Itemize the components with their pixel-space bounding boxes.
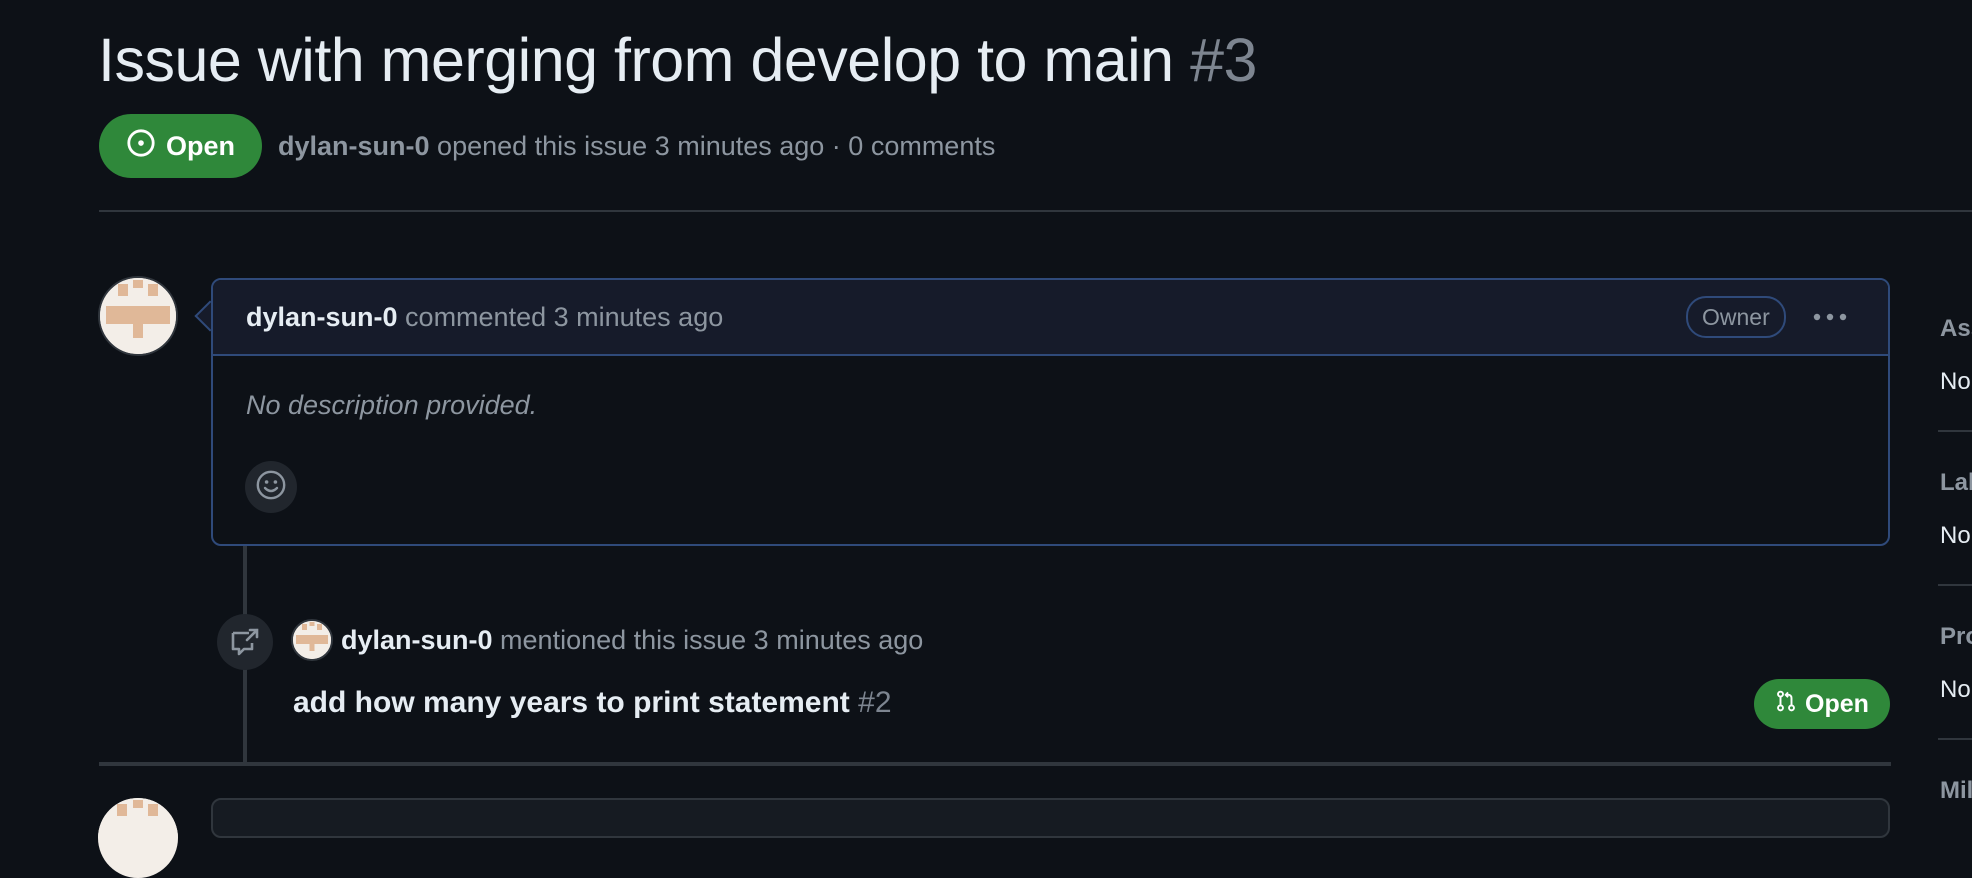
sidebar-projects-label[interactable]: Pro	[1940, 623, 1972, 651]
issue-title: Issue with merging from develop to main …	[98, 22, 1257, 98]
comment-header: dylan-sun-0 commented 3 minutes ago Owne…	[213, 280, 1888, 356]
sidebar-labels-value: No	[1940, 522, 1971, 549]
referenced-pr-title[interactable]: add how many years to print statement	[293, 686, 850, 719]
comment-timestamp[interactable]: commented 3 minutes ago	[405, 302, 723, 332]
referenced-pr-number: #2	[858, 686, 892, 719]
comment-author-avatar[interactable]	[98, 276, 178, 356]
sidebar-labels-label[interactable]: Lab	[1940, 469, 1972, 497]
add-reaction-button[interactable]	[245, 461, 297, 513]
referenced-pr-state: Open	[1805, 689, 1869, 718]
mention-action: mentioned this issue 3 minutes ago	[500, 625, 924, 655]
issue-opened-text: opened this issue 3 minutes ago · 0 comm…	[437, 131, 996, 161]
comment-header-text: dylan-sun-0 commented 3 minutes ago	[246, 297, 723, 337]
owner-badge: Owner	[1686, 296, 1786, 338]
sidebar-divider	[1938, 430, 1972, 432]
issue-state-badge: Open	[99, 114, 262, 178]
sidebar-projects-value: No	[1940, 676, 1971, 703]
comment-body: No description provided.	[246, 390, 538, 420]
sidebar-assignees-label[interactable]: Ass	[1940, 315, 1972, 343]
issue-number: #3	[1190, 26, 1257, 94]
issue-opened-icon	[126, 128, 156, 165]
pull-request-icon	[1775, 690, 1797, 719]
header-divider	[99, 210, 1972, 212]
next-comment-avatar[interactable]	[98, 798, 178, 878]
sidebar-divider	[1938, 738, 1972, 740]
issue-meta: dylan-sun-0 opened this issue 3 minutes …	[278, 126, 995, 166]
referenced-pr[interactable]: add how many years to print statement #2	[293, 683, 892, 723]
comment-author-link[interactable]: dylan-sun-0	[246, 302, 398, 332]
mention-actor-avatar[interactable]	[291, 619, 333, 661]
cross-reference-icon	[217, 614, 273, 670]
sidebar-milestone-label[interactable]: Mil	[1940, 777, 1972, 805]
timeline-divider	[99, 762, 1891, 766]
mention-actor-link[interactable]: dylan-sun-0	[341, 625, 493, 655]
sidebar-assignees-value: No	[1940, 368, 1971, 395]
issue-author-link[interactable]: dylan-sun-0	[278, 131, 430, 161]
comment-options-icon[interactable]	[1810, 299, 1850, 335]
issue-title-text: Issue with merging from develop to main	[98, 26, 1174, 94]
smiley-icon	[255, 469, 287, 506]
next-comment-box	[211, 798, 1890, 838]
referenced-pr-state-badge: Open	[1754, 679, 1890, 729]
mention-event-text: dylan-sun-0 mentioned this issue 3 minut…	[341, 620, 923, 660]
sidebar-divider	[1938, 584, 1972, 586]
comment-box: dylan-sun-0 commented 3 minutes ago Owne…	[211, 278, 1890, 546]
issue-state-label: Open	[165, 130, 235, 161]
